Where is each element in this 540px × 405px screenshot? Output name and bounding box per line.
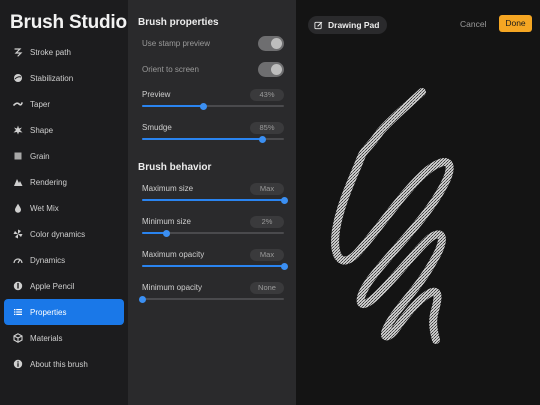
sidebar-item-wet-mix[interactable]: Wet Mix (4, 195, 124, 221)
orient-to-screen-label: Orient to screen (142, 65, 199, 74)
minimum-opacity-label: Minimum opacity (142, 283, 203, 292)
sidebar-item-grain[interactable]: Grain (4, 143, 124, 169)
stroke-path-icon (12, 46, 24, 58)
sidebar-item-label: Properties (30, 307, 67, 317)
sidebar-item-taper[interactable]: Taper (4, 91, 124, 117)
maximum-opacity-value: Max (250, 249, 284, 261)
sidebar-item-properties[interactable]: Properties (4, 299, 124, 325)
maximum-size-label: Maximum size (142, 184, 194, 193)
slider-knob[interactable] (259, 135, 267, 143)
orient-to-screen-toggle[interactable] (258, 62, 284, 77)
slider-knob[interactable] (280, 262, 288, 270)
color-dynamics-icon (12, 228, 24, 240)
maximum-opacity-slider[interactable] (142, 262, 288, 270)
sidebar: Brush Studio Stroke path Stabilization T… (0, 0, 128, 405)
maximum-size-slider[interactable] (142, 196, 288, 204)
stabilization-icon (12, 72, 24, 84)
sidebar-item-label: Wet Mix (30, 203, 59, 213)
preview-value: 43% (250, 89, 284, 101)
sidebar-item-label: Stabilization (30, 73, 74, 83)
dynamics-icon (12, 254, 24, 266)
sidebar-item-materials[interactable]: Materials (4, 325, 124, 351)
wet-mix-icon (12, 202, 24, 214)
sidebar-item-stabilization[interactable]: Stabilization (4, 65, 124, 91)
sidebar-item-dynamics[interactable]: Dynamics (4, 247, 124, 273)
app-title: Brush Studio (10, 12, 127, 33)
drawing-pad[interactable]: Drawing Pad Cancel Done (296, 0, 540, 405)
info-icon (12, 358, 24, 370)
smudge-slider[interactable] (142, 135, 284, 143)
sidebar-item-label: About this brush (30, 359, 88, 369)
minimum-opacity-value: None (250, 282, 284, 294)
rendering-icon (12, 176, 24, 188)
sidebar-item-apple-pencil[interactable]: Apple Pencil (4, 273, 124, 299)
smudge-value: 85% (250, 122, 284, 134)
use-stamp-preview-toggle[interactable] (258, 36, 284, 51)
smudge-label: Smudge (142, 123, 172, 132)
sidebar-item-label: Shape (30, 125, 54, 135)
sidebar-item-about[interactable]: About this brush (4, 351, 124, 377)
sidebar-item-label: Taper (30, 99, 51, 109)
brush-behavior-title: Brush behavior (138, 162, 212, 173)
sidebar-nav: Stroke path Stabilization Taper Shape Gr… (4, 39, 124, 377)
taper-icon (12, 98, 24, 110)
sidebar-item-label: Stroke path (30, 47, 71, 57)
brush-properties-title: Brush properties (138, 17, 219, 28)
sidebar-item-shape[interactable]: Shape (4, 117, 124, 143)
preview-label: Preview (142, 90, 171, 99)
slider-knob[interactable] (280, 196, 288, 204)
sidebar-item-label: Rendering (30, 177, 67, 187)
slider-knob[interactable] (199, 102, 207, 110)
sidebar-item-stroke-path[interactable]: Stroke path (4, 39, 124, 65)
sidebar-item-color-dynamics[interactable]: Color dynamics (4, 221, 124, 247)
maximum-size-value: Max (250, 183, 284, 195)
shape-icon (12, 124, 24, 136)
sidebar-item-label: Materials (30, 333, 63, 343)
preview-slider[interactable] (142, 102, 284, 110)
slider-knob[interactable] (162, 229, 170, 237)
apple-pencil-icon (12, 280, 24, 292)
minimum-size-value: 2% (250, 216, 284, 228)
minimum-size-slider[interactable] (142, 229, 284, 237)
sidebar-item-label: Color dynamics (30, 229, 86, 239)
grain-icon (12, 150, 24, 162)
maximum-opacity-label: Maximum opacity (142, 250, 205, 259)
properties-icon (12, 306, 24, 318)
sidebar-item-label: Grain (30, 151, 50, 161)
sidebar-item-label: Apple Pencil (30, 281, 75, 291)
minimum-opacity-slider[interactable] (138, 295, 284, 303)
slider-knob[interactable] (138, 295, 146, 303)
materials-icon (12, 332, 24, 344)
use-stamp-preview-label: Use stamp preview (142, 39, 211, 48)
settings-panel: Brush properties Use stamp preview Orien… (128, 0, 296, 405)
sidebar-item-rendering[interactable]: Rendering (4, 169, 124, 195)
sidebar-item-label: Dynamics (30, 255, 66, 265)
brush-stroke-preview (331, 88, 454, 344)
minimum-size-label: Minimum size (142, 217, 191, 226)
